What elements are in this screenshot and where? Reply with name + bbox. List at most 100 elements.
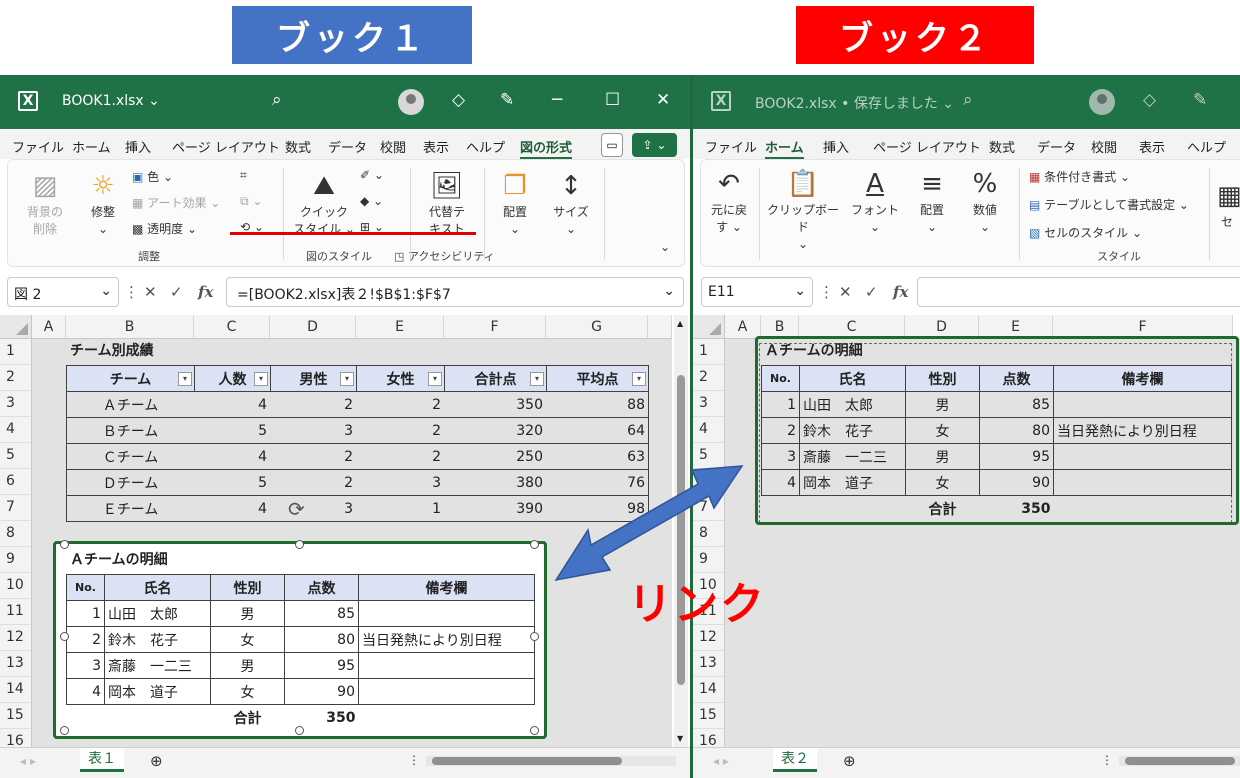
tab-file[interactable]: ファイル (705, 137, 757, 156)
resize-handle[interactable] (60, 726, 69, 735)
table-cell[interactable]: 4 (194, 495, 271, 522)
tab-review[interactable]: 校閲 (380, 137, 406, 156)
row-header[interactable]: 7 (0, 495, 32, 521)
cells-button[interactable]: ▦ セ (1217, 180, 1240, 231)
enter-icon[interactable]: ✓ (170, 283, 183, 301)
resize-handle[interactable] (530, 540, 539, 549)
table-cell[interactable]: 64 (546, 417, 649, 444)
row-header[interactable]: 1 (0, 339, 32, 365)
tab-help[interactable]: ヘルプ (466, 137, 505, 156)
cell-styles-button[interactable]: ▧ セルのスタイル ⌄ (1029, 224, 1142, 241)
table-cell[interactable]: 5 (194, 417, 271, 444)
rotate-handle-icon[interactable]: ⟳ (288, 498, 310, 520)
share-button[interactable]: ⇪ ⌄ (632, 133, 677, 157)
row-header[interactable]: 3 (0, 391, 32, 417)
column-header[interactable]: A (725, 315, 761, 339)
cancel-icon[interactable]: ✕ (839, 283, 852, 301)
table-cell[interactable]: Ａチーム (66, 391, 195, 418)
table-cell[interactable]: 2 (356, 391, 445, 418)
filter-dropdown-icon[interactable]: ▾ (340, 372, 354, 386)
table-cell[interactable]: 390 (444, 495, 547, 522)
column-header[interactable]: F (444, 315, 546, 339)
column-header[interactable]: A (32, 315, 66, 339)
table-cell[interactable]: 1 (356, 495, 445, 522)
resize-handle[interactable] (530, 632, 539, 641)
alt-text-button[interactable]: 🖼 代替テ キスト (420, 170, 474, 238)
row-header[interactable]: 12 (0, 625, 32, 651)
compress-icon[interactable]: ⌗ (240, 168, 247, 183)
maximize-icon[interactable]: ☐ (605, 90, 620, 110)
prev-sheet-icon[interactable]: ◂ ▸ (20, 754, 36, 768)
horizontal-scrollbar[interactable] (426, 756, 676, 766)
add-sheet-icon[interactable]: ⊕ (150, 752, 163, 770)
row-header[interactable]: 15 (0, 703, 32, 729)
row-header[interactable]: 10 (0, 573, 32, 599)
table-cell[interactable]: 4 (194, 443, 271, 470)
quick-styles-button[interactable]: ⛰ クイック スタイル ⌄ (292, 170, 356, 238)
row-header[interactable]: 1 (693, 339, 725, 365)
formula-input[interactable] (917, 277, 1240, 307)
resize-handle[interactable] (530, 726, 539, 735)
column-header[interactable]: B (761, 315, 799, 339)
comment-icon[interactable]: ▭ (601, 133, 623, 157)
filter-dropdown-icon[interactable]: ▾ (530, 372, 544, 386)
row-header[interactable]: 4 (693, 417, 725, 443)
table-cell[interactable]: 320 (444, 417, 547, 444)
table-header-cell[interactable]: 人数 ▾ (194, 365, 271, 392)
filter-dropdown-icon[interactable]: ▾ (178, 372, 192, 386)
insert-function-icon[interactable]: fx (198, 283, 213, 301)
picture-border-icon[interactable]: ✐ ⌄ (360, 168, 384, 182)
resize-handle[interactable] (60, 632, 69, 641)
file-name-menu[interactable]: BOOK1.xlsx ⌄ (62, 93, 160, 109)
table-header-cell[interactable]: 合計点 ▾ (444, 365, 547, 392)
clipboard-button[interactable]: 📋 クリップボード ⌄ (763, 168, 843, 253)
scroll-thumb[interactable] (1125, 757, 1235, 765)
sheet-tab[interactable]: 表１ (80, 748, 124, 772)
format-as-table-button[interactable]: ▤ テーブルとして書式設定 ⌄ (1029, 196, 1189, 213)
resize-handle[interactable] (295, 540, 304, 549)
tab-data[interactable]: データ (1037, 137, 1076, 156)
resize-handle[interactable] (295, 726, 304, 735)
row-header[interactable]: 11 (0, 599, 32, 625)
column-header[interactable]: B (66, 315, 194, 339)
row-header[interactable]: 2 (0, 365, 32, 391)
search-icon[interactable]: ⌕ (272, 90, 282, 110)
enter-icon[interactable]: ✓ (865, 283, 878, 301)
add-sheet-icon[interactable]: ⊕ (843, 752, 856, 770)
table-cell[interactable]: 4 (194, 391, 271, 418)
remove-background-button[interactable]: ▨ 背景の 削除 (20, 170, 70, 238)
alignment-button[interactable]: ≡ 配置 ⌄ (909, 168, 955, 236)
row-header[interactable]: 15 (693, 703, 725, 729)
pen-icon[interactable]: ✎ (1193, 90, 1207, 110)
column-header[interactable]: G (546, 315, 648, 339)
tab-help[interactable]: ヘルプ (1187, 137, 1226, 156)
avatar[interactable] (398, 89, 424, 115)
size-button[interactable]: ↕ サイズ ⌄ (548, 170, 594, 238)
row-header[interactable]: 4 (0, 417, 32, 443)
table-header-cell[interactable]: 女性 ▾ (356, 365, 445, 392)
table-cell[interactable]: 2 (270, 469, 357, 496)
row-header[interactable]: 13 (0, 651, 32, 677)
table-cell[interactable]: 88 (546, 391, 649, 418)
number-button[interactable]: % 数値 ⌄ (963, 168, 1007, 236)
corrections-button[interactable]: ☼ 修整 ⌄ (78, 170, 128, 238)
table-cell[interactable]: 3 (270, 495, 357, 522)
tab-formulas[interactable]: 数式 (285, 137, 311, 156)
diamond-icon[interactable]: ◇ (1143, 90, 1156, 110)
table-cell[interactable]: Ｄチーム (66, 469, 195, 496)
filter-dropdown-icon[interactable]: ▾ (632, 372, 646, 386)
filter-dropdown-icon[interactable]: ▾ (428, 372, 442, 386)
table-cell[interactable]: 3 (270, 417, 357, 444)
column-header[interactable]: C (194, 315, 270, 339)
column-header[interactable]: D (905, 315, 979, 339)
column-header[interactable]: D (270, 315, 356, 339)
tab-data[interactable]: データ (328, 137, 367, 156)
table-cell[interactable]: Ｃチーム (66, 443, 195, 470)
name-box[interactable]: 図 2 ⌄ (7, 277, 119, 307)
avatar[interactable] (1089, 89, 1115, 115)
tab-view[interactable]: 表示 (423, 137, 449, 156)
row-header[interactable]: 13 (693, 651, 725, 677)
table-cell[interactable]: 2 (270, 391, 357, 418)
resize-handle[interactable] (60, 540, 69, 549)
column-header[interactable]: F (1053, 315, 1233, 339)
